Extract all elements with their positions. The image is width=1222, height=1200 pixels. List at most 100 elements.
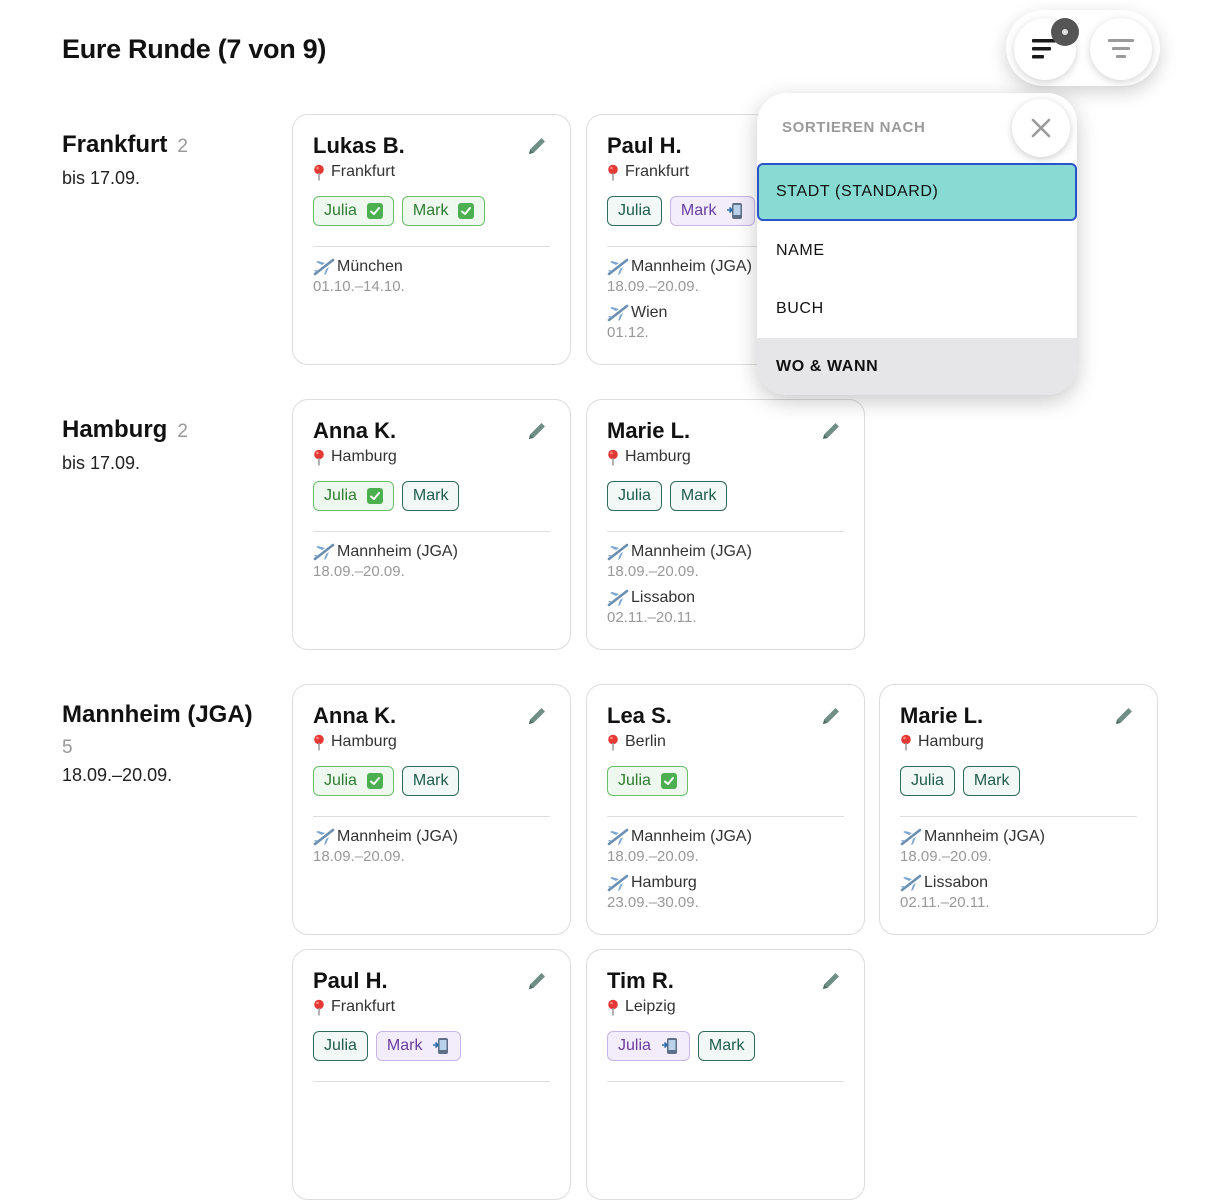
checkmark-icon <box>660 773 677 789</box>
card-divider <box>900 816 1137 817</box>
person-tag[interactable]: Mark <box>401 766 460 796</box>
airplane-icon <box>900 874 922 892</box>
person-name: Marie L. <box>607 418 691 443</box>
person-tag[interactable]: Mark <box>375 1031 462 1061</box>
edit-button[interactable] <box>526 420 550 444</box>
pencil-icon <box>823 973 839 989</box>
pencil-icon <box>1116 708 1132 724</box>
trip-place-text: München <box>337 258 403 275</box>
person-tag[interactable]: Julia <box>607 196 662 226</box>
edit-button[interactable] <box>526 970 550 994</box>
pencil-icon <box>529 138 545 154</box>
airplane-icon <box>607 874 629 892</box>
person-location: Berlin <box>607 733 666 751</box>
tag-list: Julia Mark <box>313 481 460 511</box>
location-pin-icon <box>314 164 324 180</box>
trip-place-text: Mannheim (JGA) <box>337 828 458 845</box>
filter-button[interactable] <box>1090 18 1152 80</box>
trip-place: Mannheim (JGA) <box>607 828 752 846</box>
phone-sent-icon <box>727 203 743 219</box>
person-location: Leipzig <box>607 998 676 1016</box>
trip-dates: 18.09.–20.09. <box>313 848 405 865</box>
person-tag[interactable]: Julia <box>313 1031 368 1061</box>
tag-label: Julia <box>324 487 357 504</box>
edit-button[interactable] <box>820 420 844 444</box>
trip-entry: Mannheim (JGA) 18.09.–20.09. <box>607 828 752 865</box>
card-divider <box>313 816 550 817</box>
person-tag[interactable]: Julia <box>313 481 394 511</box>
checkmark-icon <box>458 203 475 219</box>
person-location: Hamburg <box>607 448 691 466</box>
tag-label: Julia <box>324 772 357 789</box>
person-name: Marie L. <box>900 703 984 728</box>
person-tag[interactable]: Julia <box>900 766 955 796</box>
trip-entry: Lissabon 02.11.–20.11. <box>900 874 990 911</box>
sort-option-book[interactable]: BUCH <box>757 280 1077 338</box>
location-text: Leipzig <box>625 998 676 1015</box>
person-tag[interactable]: Julia <box>607 481 662 511</box>
person-tag[interactable]: Mark <box>669 196 756 226</box>
group-count: 5 <box>62 737 73 758</box>
edit-button[interactable] <box>526 135 550 159</box>
person-location: Frankfurt <box>313 163 395 181</box>
edit-button[interactable] <box>1113 705 1137 729</box>
tag-label: Mark <box>680 487 717 504</box>
pencil-icon <box>529 973 545 989</box>
sort-option-name[interactable]: NAME <box>757 222 1077 280</box>
checkmark-icon <box>366 488 383 504</box>
trip-place: Lissabon <box>607 589 697 607</box>
close-sort-menu-button[interactable] <box>1012 99 1070 157</box>
tag-list: Julia Mark <box>313 196 486 226</box>
group-name: Hamburg 2 <box>62 416 188 443</box>
location-text: Frankfurt <box>625 163 690 180</box>
person-card: Lukas B. Frankfurt Julia Mark München 01.10… <box>292 114 571 365</box>
location-pin-icon <box>608 164 618 180</box>
location-text: Hamburg <box>331 733 397 750</box>
location-text: Hamburg <box>918 733 984 750</box>
tag-label: Julia <box>324 1037 357 1054</box>
person-location: Frankfurt <box>313 998 395 1016</box>
person-tag[interactable]: Mark <box>401 196 486 226</box>
person-tag[interactable]: Mark <box>697 1031 756 1061</box>
edit-button[interactable] <box>820 705 844 729</box>
checkmark-icon <box>366 203 383 219</box>
trip-entry: Wien 01.12. <box>607 304 667 341</box>
edit-button[interactable] <box>820 970 844 994</box>
trip-entry: Mannheim (JGA) 18.09.–20.09. <box>313 543 458 580</box>
pencil-icon <box>529 423 545 439</box>
edit-button[interactable] <box>526 705 550 729</box>
person-name: Lukas B. <box>313 133 405 158</box>
tag-label: Mark <box>412 772 449 789</box>
person-tag[interactable]: Julia <box>313 196 394 226</box>
tag-label: Mark <box>386 1037 423 1054</box>
person-tag[interactable]: Mark <box>401 481 460 511</box>
tag-label: Julia <box>618 487 651 504</box>
tag-list: Julia Mark <box>313 1031 462 1061</box>
tag-label: Julia <box>324 202 357 219</box>
person-location: Hamburg <box>313 733 397 751</box>
phone-sent-icon <box>661 1038 677 1054</box>
person-tag[interactable]: Julia <box>607 766 688 796</box>
group-count: 2 <box>177 421 188 442</box>
sort-option-where-when[interactable]: WO & WANN <box>757 338 1077 395</box>
airplane-icon <box>607 543 629 561</box>
trip-entry: Mannheim (JGA) 18.09.–20.09. <box>607 258 752 295</box>
person-tag[interactable]: Julia <box>607 1031 690 1061</box>
person-card: Anna K. Hamburg Julia Mark Mannheim (JGA) 1… <box>292 684 571 935</box>
card-divider <box>607 816 844 817</box>
group-date: bis 17.09. <box>62 453 141 473</box>
active-sort-badge <box>1051 18 1079 46</box>
sort-option-city[interactable]: STADT (STANDARD) <box>757 163 1077 221</box>
trip-dates: 23.09.–30.09. <box>607 894 699 911</box>
tag-label: Mark <box>412 487 449 504</box>
person-tag[interactable]: Julia <box>313 766 394 796</box>
card-divider <box>313 531 550 532</box>
location-pin-icon <box>901 734 911 750</box>
person-tag[interactable]: Mark <box>962 766 1021 796</box>
trip-place-text: Mannheim (JGA) <box>631 258 752 275</box>
close-icon <box>1031 118 1051 138</box>
tag-list: Julia <box>607 766 688 796</box>
trip-dates: 18.09.–20.09. <box>900 848 992 865</box>
person-tag[interactable]: Mark <box>669 481 728 511</box>
tag-label: Mark <box>708 1037 745 1054</box>
